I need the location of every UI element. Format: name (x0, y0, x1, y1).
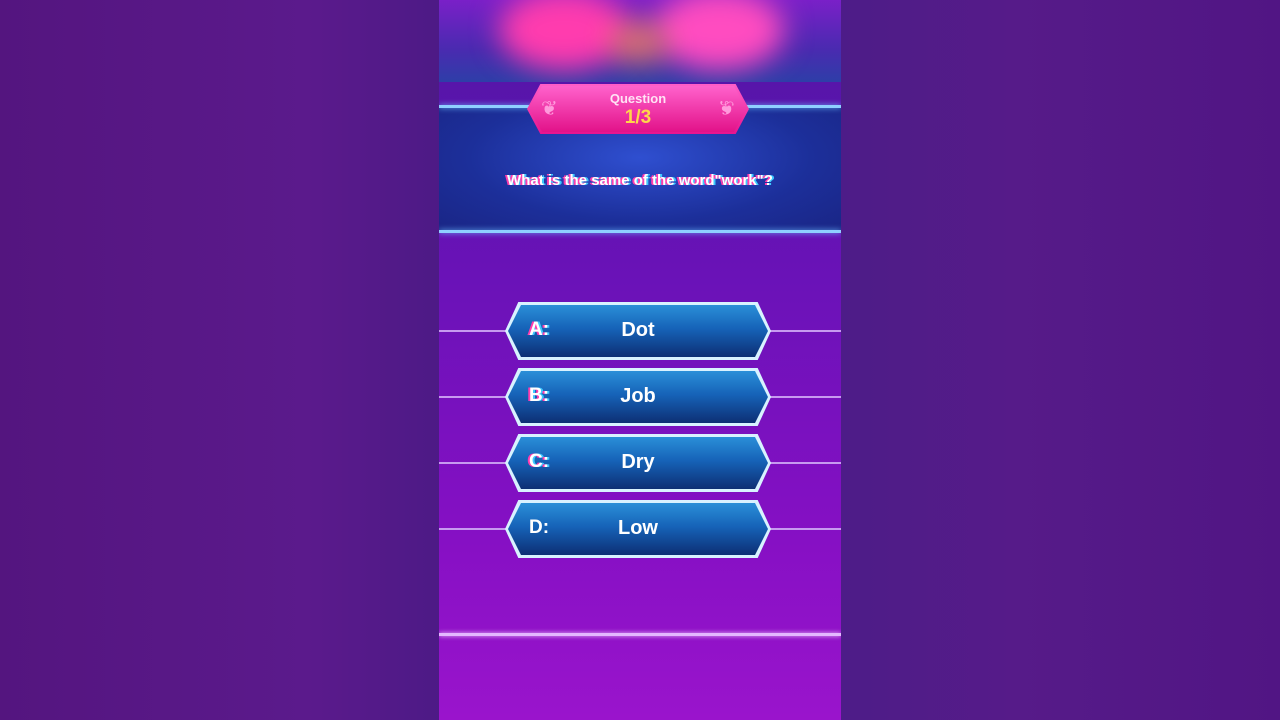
answer-option-a[interactable]: A: Dot (505, 302, 771, 360)
answer-text: Job (620, 385, 656, 407)
question-label: Question (609, 91, 667, 106)
answer-option-b[interactable]: B: Job (505, 368, 771, 426)
answer-text: Dot (621, 319, 655, 341)
answer-text: Low (618, 517, 658, 539)
footer-divider (439, 633, 841, 636)
header-artwork (439, 0, 841, 82)
right-background (841, 0, 1280, 720)
question-text: What is the same of the word"work"? (507, 172, 773, 189)
question-panel-bottom-border (439, 230, 841, 233)
question-counter: 1/3 (624, 107, 652, 128)
answer-text: Dry (621, 451, 655, 473)
quiz-screen: ❦ ❦ Question 1/3 What is the same of the… (439, 0, 841, 720)
answer-option-d[interactable]: D: Low (505, 500, 771, 558)
left-background (0, 0, 439, 720)
answer-option-c[interactable]: C: Dry (505, 434, 771, 492)
question-badge: ❦ ❦ Question 1/3 (527, 84, 749, 134)
